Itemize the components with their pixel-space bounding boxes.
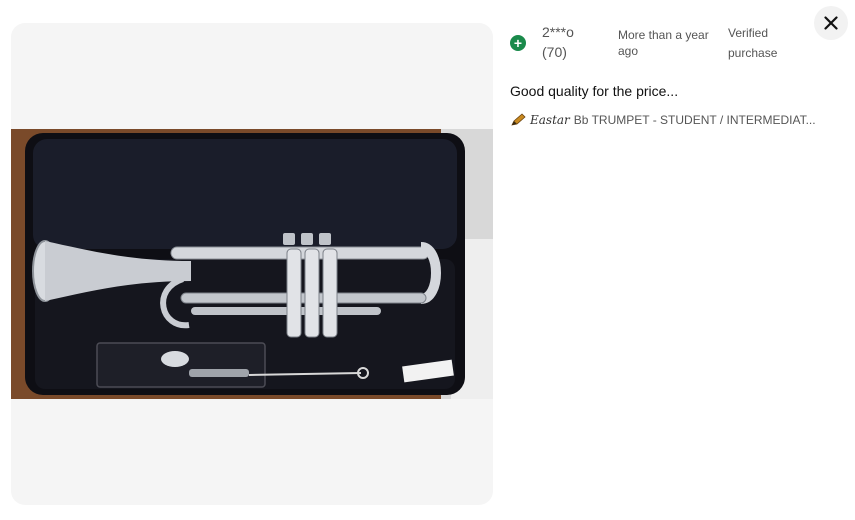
review-photo[interactable] — [11, 129, 493, 399]
reviewer-info[interactable]: 2***o (70) — [542, 22, 602, 62]
reviewer-row: + 2***o (70) More than a year ago Verifi… — [510, 22, 840, 63]
review-media-panel — [11, 23, 493, 505]
trumpet-in-case-image — [11, 129, 493, 399]
product-name: Bb TRUMPET - STUDENT / INTERMEDIAT... — [573, 113, 816, 127]
review-date: More than a year ago — [618, 28, 709, 58]
verified-purchase-label: Verified purchase — [728, 26, 778, 60]
close-icon — [824, 16, 838, 30]
review-text: Good quality for the price... — [510, 83, 679, 99]
reviewer-review-count: (70) — [542, 44, 567, 60]
plus-circle-icon: + — [510, 35, 526, 51]
review-details: + 2***o (70) More than a year ago Verifi… — [510, 22, 840, 127]
close-button[interactable] — [814, 6, 848, 40]
pencil-brand-icon — [511, 113, 526, 126]
product-brand: Eastar — [530, 113, 570, 127]
reviewer-name: 2***o — [542, 24, 574, 40]
product-link[interactable]: Eastar Bb TRUMPET - STUDENT / INTERMEDIA… — [510, 113, 840, 127]
